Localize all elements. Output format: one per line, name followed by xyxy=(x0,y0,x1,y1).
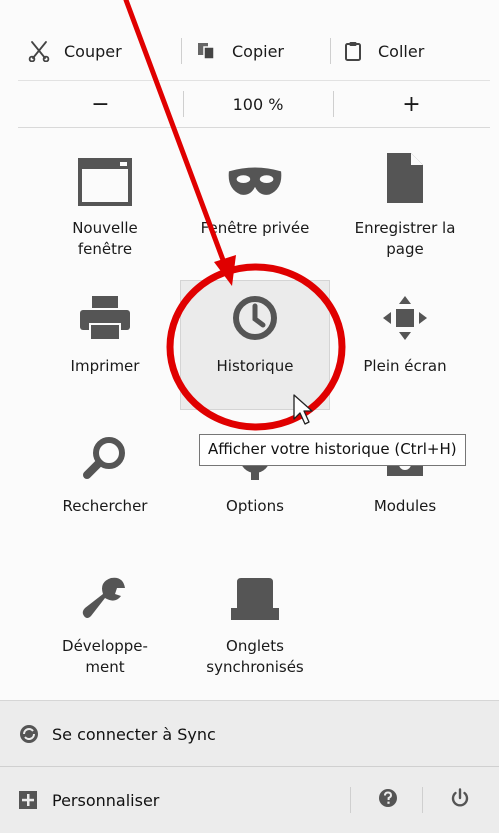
synced-tabs-label: Onglets synchronisés xyxy=(206,637,304,676)
zoom-reset-button[interactable]: 100 % xyxy=(183,81,333,127)
history-label: Historique xyxy=(216,357,294,375)
printer-icon xyxy=(77,290,133,346)
clock-icon xyxy=(227,290,283,346)
new-window-button[interactable]: Nouvelle fenêtre xyxy=(30,150,180,270)
zoom-out-button[interactable]: − xyxy=(18,81,183,127)
synced-tabs-icon xyxy=(227,570,283,626)
zoom-in-button[interactable]: + xyxy=(333,81,490,127)
sync-footer: Se connecter à Sync xyxy=(0,700,499,767)
sync-label: Se connecter à Sync xyxy=(52,724,216,744)
cut-button[interactable]: Couper xyxy=(26,28,122,74)
scissors-icon xyxy=(26,38,52,64)
copy-icon xyxy=(194,38,220,64)
mask-icon xyxy=(227,154,283,210)
save-page-button[interactable]: Enregistrer la page xyxy=(330,150,480,270)
customize-button[interactable]: Personnaliser xyxy=(18,767,159,833)
bottom-footer: Personnaliser xyxy=(0,766,499,833)
private-window-label: Fenêtre privée xyxy=(200,219,310,237)
new-window-label: Nouvelle fenêtre xyxy=(72,219,138,258)
developer-button[interactable]: Développe- ment xyxy=(30,568,180,694)
wrench-icon xyxy=(77,570,133,626)
zoom-out-label: − xyxy=(91,91,110,117)
copy-label: Copier xyxy=(232,41,284,61)
clipboard-icon xyxy=(340,38,366,64)
fullscreen-button[interactable]: Plein écran xyxy=(330,288,480,400)
fullscreen-label: Plein écran xyxy=(363,357,447,375)
help-button[interactable] xyxy=(362,767,414,833)
fullscreen-icon xyxy=(377,290,433,346)
sync-signin-button[interactable]: Se connecter à Sync xyxy=(18,701,216,767)
edit-divider xyxy=(181,38,182,64)
edit-controls: Couper Copier Coller xyxy=(18,28,490,78)
search-button[interactable]: Rechercher xyxy=(30,428,180,540)
magnifier-icon xyxy=(77,430,133,486)
cut-label: Couper xyxy=(64,41,122,61)
power-icon xyxy=(450,788,470,812)
paste-button[interactable]: Coller xyxy=(340,28,424,74)
copy-button[interactable]: Copier xyxy=(194,28,284,74)
private-window-button[interactable]: Fenêtre privée xyxy=(180,150,330,270)
addons-label: Modules xyxy=(373,497,437,515)
zoom-level: 100 % xyxy=(232,94,284,114)
search-label: Rechercher xyxy=(62,497,148,515)
zoom-controls: − 100 % + xyxy=(18,80,490,128)
footer-divider xyxy=(422,787,423,813)
menu-panel: Couper Copier Coller − 100 % + Nouvelle … xyxy=(0,0,499,833)
print-button[interactable]: Imprimer xyxy=(30,288,180,400)
print-label: Imprimer xyxy=(70,357,140,375)
history-button[interactable]: Historique xyxy=(180,288,330,400)
quit-button[interactable] xyxy=(434,767,486,833)
window-icon xyxy=(77,154,133,210)
customize-label: Personnaliser xyxy=(52,790,160,810)
synced-tabs-button[interactable]: Onglets synchronisés xyxy=(180,568,330,694)
page-icon xyxy=(377,150,433,206)
help-icon xyxy=(378,788,398,812)
options-label: Options xyxy=(226,497,284,515)
sync-icon xyxy=(18,723,40,745)
paste-label: Coller xyxy=(378,41,425,61)
save-page-label: Enregistrer la page xyxy=(354,219,456,258)
edit-divider xyxy=(330,38,331,64)
developer-label: Développe- ment xyxy=(62,637,148,676)
zoom-in-label: + xyxy=(402,91,421,117)
footer-divider xyxy=(350,787,351,813)
history-tooltip: Afficher votre historique (Ctrl+H) xyxy=(199,434,466,466)
plus-square-icon xyxy=(18,790,38,810)
